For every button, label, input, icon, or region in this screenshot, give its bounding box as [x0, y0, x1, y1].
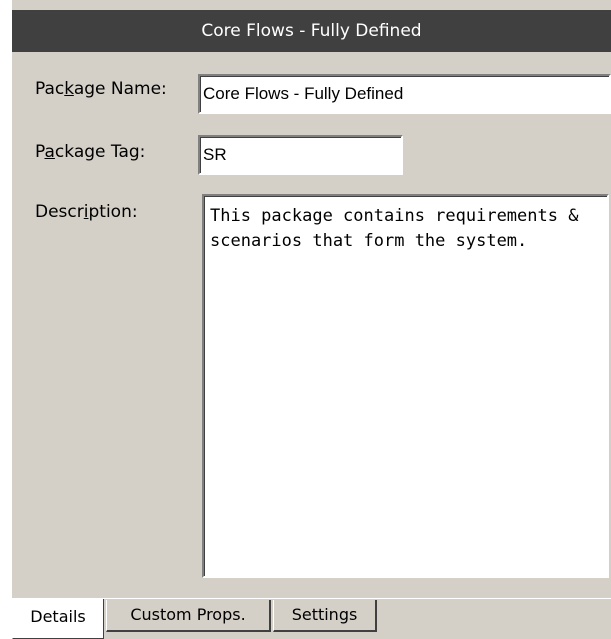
- description-label: Description:: [35, 202, 138, 222]
- panel-title: Core Flows - Fully Defined: [12, 10, 611, 52]
- description-textarea[interactable]: This package contains requirements & sce…: [202, 194, 609, 578]
- package-properties-panel: Core Flows - Fully Defined Package Name:…: [10, 0, 611, 639]
- package-tag-label: Package Tag:: [35, 142, 146, 162]
- package-tag-input[interactable]: [198, 135, 403, 175]
- tab-custom-props[interactable]: Custom Props.: [106, 600, 271, 632]
- tab-settings[interactable]: Settings: [273, 600, 377, 632]
- tab-bar: Details Custom Props. Settings: [12, 598, 611, 639]
- tab-details[interactable]: Details: [12, 599, 104, 639]
- package-name-input[interactable]: [198, 74, 611, 114]
- package-name-label: Package Name:: [35, 79, 167, 99]
